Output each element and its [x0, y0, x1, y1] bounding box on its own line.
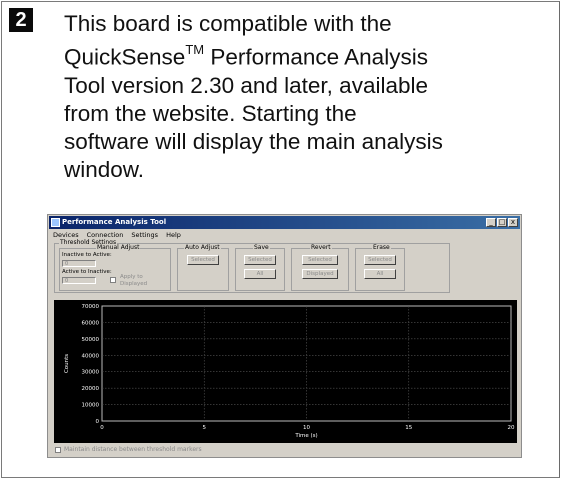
y-tick-label: 50000	[82, 337, 100, 343]
inactive-to-active-field[interactable]: 0	[62, 260, 96, 267]
save-title: Save	[253, 244, 270, 251]
counts-chart: 0 10000 20000 30000 40000 50000 60000 70000 0 5 10…	[54, 300, 517, 443]
window-title: Performance Analysis Tool	[62, 218, 167, 226]
active-to-inactive-field[interactable]: 0	[62, 277, 96, 284]
x-tick-label: 0	[100, 425, 104, 431]
save-all-button[interactable]: All	[244, 269, 276, 279]
x-tick-label: 10	[303, 425, 310, 431]
revert-title: Revert	[310, 244, 332, 251]
intro-line: from the website. Starting the	[64, 100, 357, 126]
y-tick-label: 40000	[82, 353, 100, 359]
apply-to-label-2: Displayed	[120, 281, 148, 287]
intro-line-rest: Performance Analysis	[204, 44, 428, 70]
maintain-distance-label: Maintain distance between threshold mark…	[64, 446, 202, 453]
maximize-button[interactable]: □	[497, 218, 507, 227]
erase-all-button[interactable]: All	[364, 269, 396, 279]
erase-title: Erase	[372, 244, 391, 251]
erase-group: Erase Selected All	[355, 244, 405, 291]
y-tick-label: 0	[96, 419, 100, 425]
manual-adjust-group: Manual Adjust Inactive to Active: 0 Acti…	[59, 244, 171, 291]
inactive-to-active-label: Inactive to Active:	[62, 252, 112, 258]
x-tick-label: 5	[203, 425, 207, 431]
trademark: TM	[185, 42, 205, 57]
revert-selected-button[interactable]: Selected	[302, 255, 338, 265]
auto-adjust-selected-button[interactable]: Selected	[187, 255, 219, 265]
maintain-distance-checkbox[interactable]	[55, 447, 61, 453]
active-to-inactive-label: Active to Inactive:	[62, 269, 112, 275]
intro-line: window.	[64, 156, 145, 182]
x-axis-label: Time (s)	[294, 433, 317, 439]
app-window: Performance Analysis Tool _ □ x Devices …	[47, 214, 522, 458]
erase-selected-button[interactable]: Selected	[364, 255, 396, 265]
minimize-button[interactable]: _	[486, 218, 496, 227]
y-tick-label: 70000	[82, 304, 100, 310]
x-tick-label: 20	[508, 425, 515, 431]
threshold-settings-group: Threshold Settings Manual Adjust Inactiv…	[54, 239, 450, 293]
y-tick-label: 20000	[82, 386, 100, 392]
y-tick-label: 10000	[82, 403, 100, 409]
close-button[interactable]: x	[508, 218, 518, 227]
auto-adjust-title: Auto Adjust	[184, 244, 221, 251]
counts-chart-svg: 0 10000 20000 30000 40000 50000 60000 70000 0 5 10…	[64, 304, 515, 439]
intro-line: Tool version 2.30 and later, available	[64, 72, 428, 98]
menu-help[interactable]: Help	[166, 230, 181, 240]
manual-adjust-title: Manual Adjust	[96, 244, 141, 251]
revert-group: Revert Selected Displayed	[291, 244, 349, 291]
app-icon	[51, 218, 60, 227]
revert-displayed-button[interactable]: Displayed	[302, 269, 338, 279]
y-tick-label: 60000	[82, 320, 100, 326]
intro-line: QuickSenseTM Performance Analysis	[64, 38, 554, 72]
intro-line: software will display the main analysis	[64, 128, 443, 154]
step-number-badge: 2	[9, 8, 33, 32]
apply-to-label: Apply to	[120, 274, 143, 280]
save-selected-button[interactable]: Selected	[244, 255, 276, 265]
intro-text: This board is compatible with the QuickS…	[64, 10, 554, 184]
instruction-card: 2 This board is compatible with the Quic…	[1, 1, 560, 478]
x-tick-label: 15	[405, 425, 412, 431]
y-tick-label: 30000	[82, 370, 100, 376]
y-axis-label: Counts	[64, 354, 70, 373]
product-name: QuickSense	[64, 44, 186, 70]
auto-adjust-group: Auto Adjust Selected	[177, 244, 229, 291]
save-group: Save Selected All	[235, 244, 285, 291]
window-titlebar[interactable]: Performance Analysis Tool _ □ x	[49, 216, 520, 229]
intro-line: This board is compatible with the	[64, 11, 392, 36]
apply-to-displayed-checkbox[interactable]	[110, 277, 116, 283]
menu-settings[interactable]: Settings	[131, 230, 158, 240]
